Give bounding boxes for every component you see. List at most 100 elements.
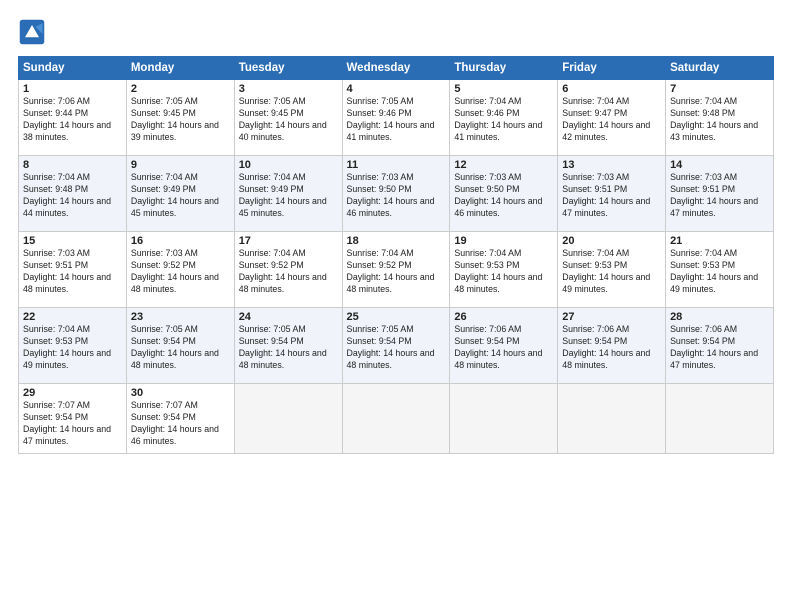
header: [18, 18, 774, 46]
day-number: 11: [347, 159, 446, 171]
cell-info: Sunrise: 7:04 AMSunset: 9:53 PMDaylight:…: [562, 248, 650, 294]
calendar-cell: 10Sunrise: 7:04 AMSunset: 9:49 PMDayligh…: [234, 156, 342, 232]
day-number: 22: [23, 311, 122, 323]
calendar-cell: 8Sunrise: 7:04 AMSunset: 9:48 PMDaylight…: [19, 156, 127, 232]
day-number: 26: [454, 311, 553, 323]
calendar-cell: 7Sunrise: 7:04 AMSunset: 9:48 PMDaylight…: [666, 80, 774, 156]
weekday-header-thursday: Thursday: [450, 57, 558, 80]
calendar-week-row: 15Sunrise: 7:03 AMSunset: 9:51 PMDayligh…: [19, 232, 774, 308]
cell-info: Sunrise: 7:04 AMSunset: 9:49 PMDaylight:…: [239, 172, 327, 218]
day-number: 14: [670, 159, 769, 171]
weekday-header-wednesday: Wednesday: [342, 57, 450, 80]
calendar-cell: 5Sunrise: 7:04 AMSunset: 9:46 PMDaylight…: [450, 80, 558, 156]
calendar-cell: 12Sunrise: 7:03 AMSunset: 9:50 PMDayligh…: [450, 156, 558, 232]
calendar-cell: [450, 384, 558, 454]
weekday-header-row: SundayMondayTuesdayWednesdayThursdayFrid…: [19, 57, 774, 80]
day-number: 15: [23, 235, 122, 247]
calendar-cell: 18Sunrise: 7:04 AMSunset: 9:52 PMDayligh…: [342, 232, 450, 308]
day-number: 19: [454, 235, 553, 247]
day-number: 20: [562, 235, 661, 247]
day-number: 23: [131, 311, 230, 323]
calendar-cell: 16Sunrise: 7:03 AMSunset: 9:52 PMDayligh…: [126, 232, 234, 308]
logo-icon: [18, 18, 46, 46]
day-number: 5: [454, 83, 553, 95]
calendar-cell: 13Sunrise: 7:03 AMSunset: 9:51 PMDayligh…: [558, 156, 666, 232]
cell-info: Sunrise: 7:04 AMSunset: 9:53 PMDaylight:…: [454, 248, 542, 294]
calendar-cell: 26Sunrise: 7:06 AMSunset: 9:54 PMDayligh…: [450, 308, 558, 384]
calendar-cell: 2Sunrise: 7:05 AMSunset: 9:45 PMDaylight…: [126, 80, 234, 156]
day-number: 24: [239, 311, 338, 323]
calendar-cell: 27Sunrise: 7:06 AMSunset: 9:54 PMDayligh…: [558, 308, 666, 384]
calendar-cell: 11Sunrise: 7:03 AMSunset: 9:50 PMDayligh…: [342, 156, 450, 232]
calendar-cell: [666, 384, 774, 454]
cell-info: Sunrise: 7:04 AMSunset: 9:53 PMDaylight:…: [670, 248, 758, 294]
cell-info: Sunrise: 7:03 AMSunset: 9:51 PMDaylight:…: [562, 172, 650, 218]
calendar-cell: 6Sunrise: 7:04 AMSunset: 9:47 PMDaylight…: [558, 80, 666, 156]
day-number: 18: [347, 235, 446, 247]
weekday-header-tuesday: Tuesday: [234, 57, 342, 80]
cell-info: Sunrise: 7:07 AMSunset: 9:54 PMDaylight:…: [23, 400, 111, 446]
cell-info: Sunrise: 7:07 AMSunset: 9:54 PMDaylight:…: [131, 400, 219, 446]
weekday-header-sunday: Sunday: [19, 57, 127, 80]
day-number: 16: [131, 235, 230, 247]
calendar-cell: 19Sunrise: 7:04 AMSunset: 9:53 PMDayligh…: [450, 232, 558, 308]
calendar-cell: [342, 384, 450, 454]
day-number: 27: [562, 311, 661, 323]
cell-info: Sunrise: 7:04 AMSunset: 9:52 PMDaylight:…: [347, 248, 435, 294]
cell-info: Sunrise: 7:06 AMSunset: 9:54 PMDaylight:…: [454, 324, 542, 370]
day-number: 6: [562, 83, 661, 95]
calendar-cell: 3Sunrise: 7:05 AMSunset: 9:45 PMDaylight…: [234, 80, 342, 156]
calendar-cell: 9Sunrise: 7:04 AMSunset: 9:49 PMDaylight…: [126, 156, 234, 232]
calendar-cell: 4Sunrise: 7:05 AMSunset: 9:46 PMDaylight…: [342, 80, 450, 156]
calendar-cell: 22Sunrise: 7:04 AMSunset: 9:53 PMDayligh…: [19, 308, 127, 384]
cell-info: Sunrise: 7:03 AMSunset: 9:51 PMDaylight:…: [670, 172, 758, 218]
day-number: 12: [454, 159, 553, 171]
day-number: 7: [670, 83, 769, 95]
day-number: 10: [239, 159, 338, 171]
calendar-week-row: 22Sunrise: 7:04 AMSunset: 9:53 PMDayligh…: [19, 308, 774, 384]
calendar-cell: 21Sunrise: 7:04 AMSunset: 9:53 PMDayligh…: [666, 232, 774, 308]
calendar-table: SundayMondayTuesdayWednesdayThursdayFrid…: [18, 56, 774, 454]
cell-info: Sunrise: 7:05 AMSunset: 9:46 PMDaylight:…: [347, 96, 435, 142]
cell-info: Sunrise: 7:04 AMSunset: 9:48 PMDaylight:…: [23, 172, 111, 218]
cell-info: Sunrise: 7:03 AMSunset: 9:51 PMDaylight:…: [23, 248, 111, 294]
weekday-header-saturday: Saturday: [666, 57, 774, 80]
cell-info: Sunrise: 7:05 AMSunset: 9:45 PMDaylight:…: [239, 96, 327, 142]
cell-info: Sunrise: 7:04 AMSunset: 9:46 PMDaylight:…: [454, 96, 542, 142]
day-number: 13: [562, 159, 661, 171]
cell-info: Sunrise: 7:03 AMSunset: 9:52 PMDaylight:…: [131, 248, 219, 294]
cell-info: Sunrise: 7:04 AMSunset: 9:52 PMDaylight:…: [239, 248, 327, 294]
calendar-cell: 17Sunrise: 7:04 AMSunset: 9:52 PMDayligh…: [234, 232, 342, 308]
cell-info: Sunrise: 7:03 AMSunset: 9:50 PMDaylight:…: [454, 172, 542, 218]
calendar-week-row: 29Sunrise: 7:07 AMSunset: 9:54 PMDayligh…: [19, 384, 774, 454]
day-number: 2: [131, 83, 230, 95]
calendar-cell: 14Sunrise: 7:03 AMSunset: 9:51 PMDayligh…: [666, 156, 774, 232]
calendar-cell: 25Sunrise: 7:05 AMSunset: 9:54 PMDayligh…: [342, 308, 450, 384]
calendar-cell: 20Sunrise: 7:04 AMSunset: 9:53 PMDayligh…: [558, 232, 666, 308]
day-number: 4: [347, 83, 446, 95]
cell-info: Sunrise: 7:06 AMSunset: 9:54 PMDaylight:…: [562, 324, 650, 370]
calendar-week-row: 1Sunrise: 7:06 AMSunset: 9:44 PMDaylight…: [19, 80, 774, 156]
calendar-cell: [234, 384, 342, 454]
cell-info: Sunrise: 7:04 AMSunset: 9:53 PMDaylight:…: [23, 324, 111, 370]
cell-info: Sunrise: 7:04 AMSunset: 9:49 PMDaylight:…: [131, 172, 219, 218]
calendar-cell: 28Sunrise: 7:06 AMSunset: 9:54 PMDayligh…: [666, 308, 774, 384]
cell-info: Sunrise: 7:04 AMSunset: 9:47 PMDaylight:…: [562, 96, 650, 142]
day-number: 28: [670, 311, 769, 323]
day-number: 30: [131, 387, 230, 399]
day-number: 3: [239, 83, 338, 95]
calendar-cell: [558, 384, 666, 454]
weekday-header-friday: Friday: [558, 57, 666, 80]
day-number: 1: [23, 83, 122, 95]
calendar-week-row: 8Sunrise: 7:04 AMSunset: 9:48 PMDaylight…: [19, 156, 774, 232]
cell-info: Sunrise: 7:06 AMSunset: 9:44 PMDaylight:…: [23, 96, 111, 142]
weekday-header-monday: Monday: [126, 57, 234, 80]
day-number: 25: [347, 311, 446, 323]
calendar-page: SundayMondayTuesdayWednesdayThursdayFrid…: [0, 0, 792, 612]
calendar-cell: 29Sunrise: 7:07 AMSunset: 9:54 PMDayligh…: [19, 384, 127, 454]
day-number: 9: [131, 159, 230, 171]
cell-info: Sunrise: 7:05 AMSunset: 9:54 PMDaylight:…: [347, 324, 435, 370]
day-number: 8: [23, 159, 122, 171]
cell-info: Sunrise: 7:06 AMSunset: 9:54 PMDaylight:…: [670, 324, 758, 370]
cell-info: Sunrise: 7:05 AMSunset: 9:45 PMDaylight:…: [131, 96, 219, 142]
